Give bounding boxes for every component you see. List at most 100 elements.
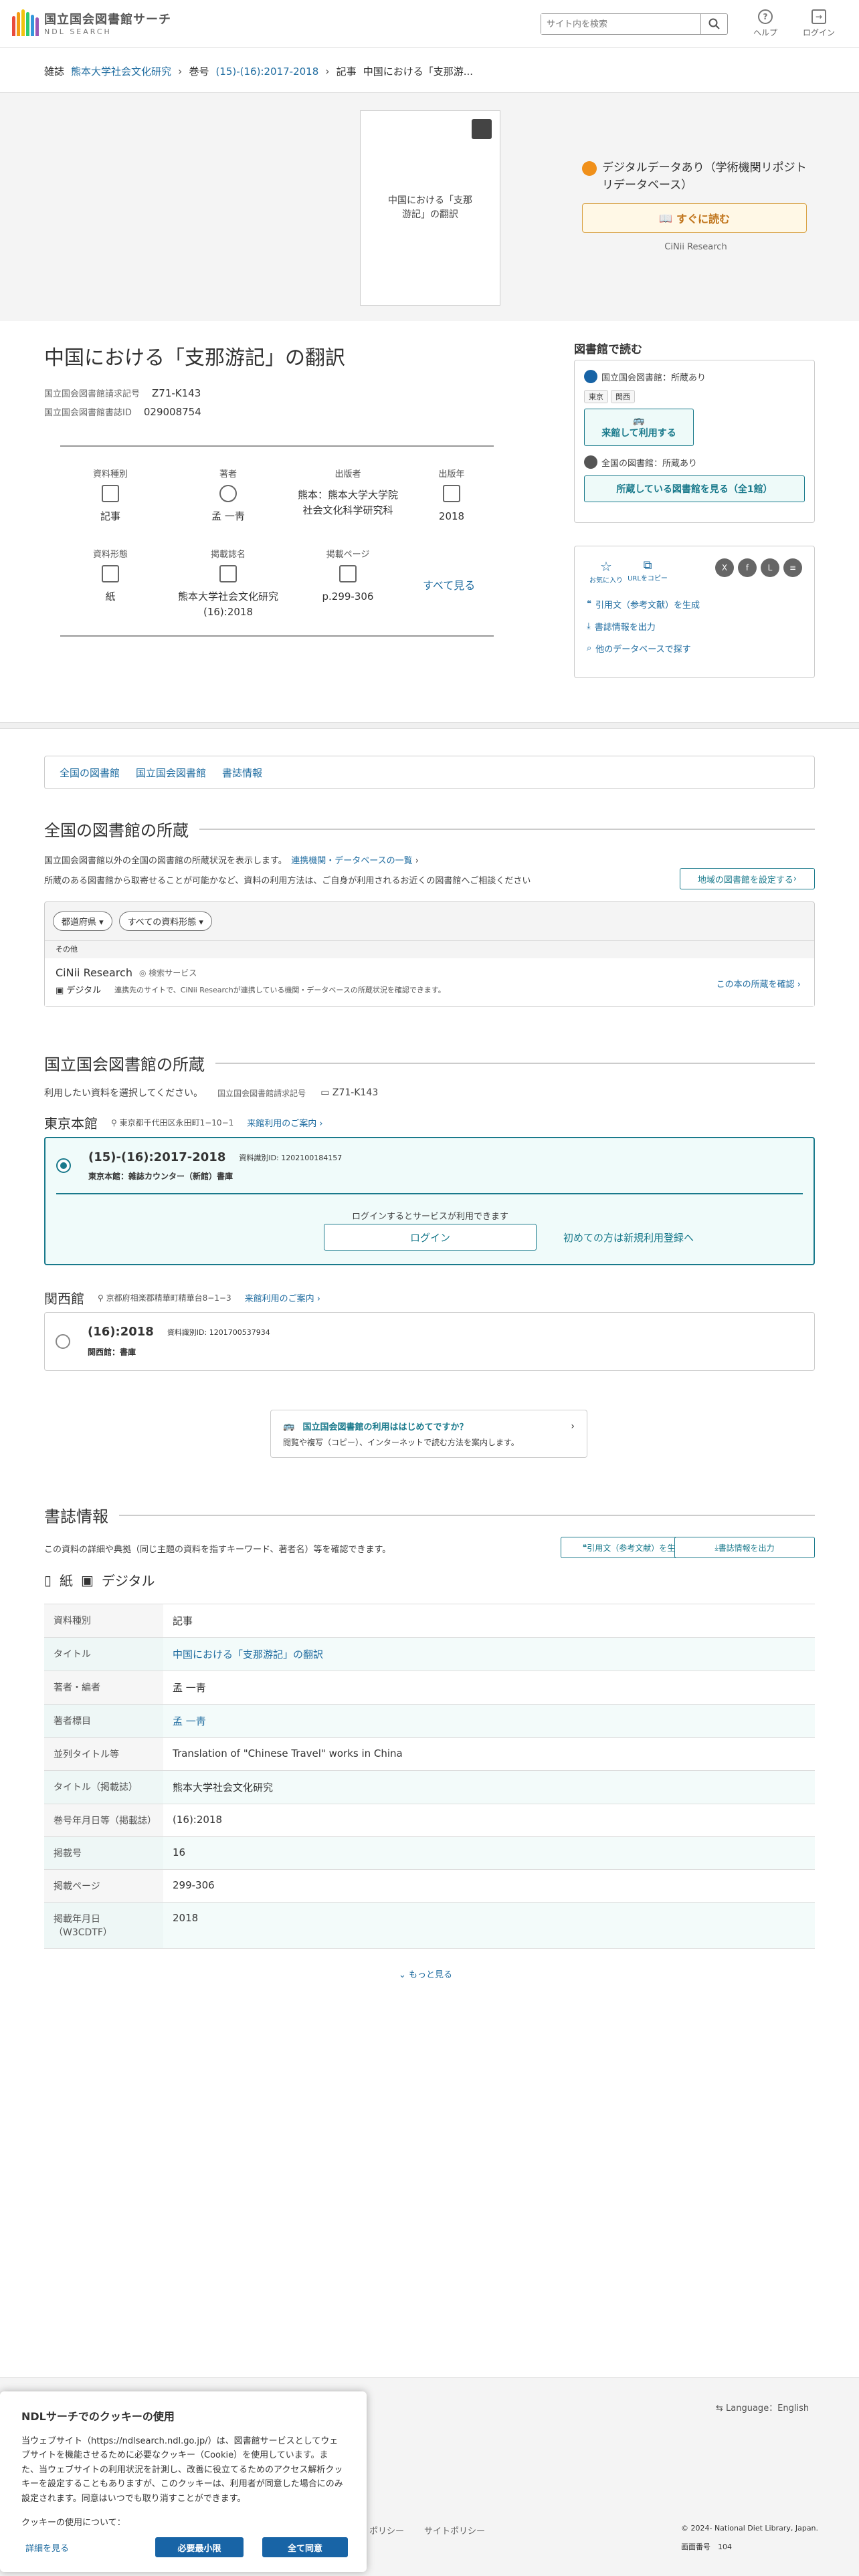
biblio-table: 資料種別 記事 タイトル 中国における「支那游記」の翻訳 著者・編者孟 一靑 著者標… (44, 1604, 815, 1949)
partner-list-link[interactable]: 連携機関・データベースの一覧 (291, 856, 412, 866)
item-hero: 中国における「支那游記」の翻訳 デジタルデータあり（学術機関リポジトリデータベー… (0, 92, 859, 321)
biblio-heading-text: 書誌情報 (44, 1507, 108, 1526)
x-share-icon[interactable]: X (715, 558, 734, 577)
search-other-db-link[interactable]: ⌕ 他のデータベースで探す (587, 642, 802, 655)
ndl-call-value-text: Z71-K143 (332, 1087, 379, 1098)
cookie-minimum-button[interactable]: 必要最小限 (155, 2537, 244, 2557)
tab-ndl[interactable]: 国立国会図書館 (136, 766, 206, 780)
tab-national[interactable]: 全国の図書館 (60, 766, 120, 780)
language-switch[interactable]: ⇆ Language：English (716, 2401, 809, 2413)
cookie-body: 当ウェブサイト（https://ndlsearch.ndl.go.jp/）は、図… (21, 2436, 343, 2504)
policy-link[interactable]: ポリシー (369, 2524, 404, 2537)
facebook-share-icon[interactable]: f (738, 558, 757, 577)
biblio-id-row: 国立国会図書館書誌ID 029008754 (44, 405, 201, 418)
summary-grid: 資料種別 記事 著者孟 一靑 出版者 熊本：熊本大学大学院社会文化科学研究科 出版年… (60, 445, 494, 637)
tokyo-name: 東京本館 (44, 1115, 98, 1132)
read-now-label: すぐに読む (676, 213, 730, 225)
set-region-button[interactable]: 地域の図書館を設定する › (680, 868, 815, 889)
line-share-icon[interactable]: L (761, 558, 779, 577)
tokyo-item-id: 資料識別ID: 1202100184157 (239, 1153, 343, 1162)
radio-unselected[interactable] (56, 1334, 70, 1349)
quote-icon: ❝ (587, 599, 591, 609)
table-row: 資料種別 記事 (44, 1604, 815, 1638)
export-biblio-link[interactable]: ⤓ 書誌情報を出力 (587, 620, 802, 633)
visit-library-button[interactable]: 🚌 来館して利用する (584, 409, 694, 446)
digital-tag: ▣ デジタル (56, 986, 102, 996)
row-value: 2018 (163, 1902, 815, 1949)
breadcrumb-current: 中国における「支那游... (363, 66, 473, 78)
row-value: Translation of "Chinese Travel" works in… (163, 1737, 815, 1771)
help-button[interactable]: ? ヘルプ (745, 9, 785, 38)
favorite-button[interactable]: ☆ お気に入り (587, 558, 626, 584)
title-link[interactable]: 中国における「支那游記」の翻訳 (173, 1648, 323, 1660)
library-service-text: 検索サービス (149, 968, 197, 978)
call-number-value: Z71-K143 (152, 387, 201, 399)
cover-placeholder: 中国における「支那游記」の翻訳 (360, 110, 500, 306)
copy-url-button[interactable]: ⧉ URLをコピー (626, 558, 670, 582)
table-row: 巻号年月日等（掲載誌） (16):2018 (44, 1804, 815, 1837)
cookie-details-link[interactable]: 詳細を見る (25, 2541, 69, 2554)
national-desc1-text: 国立国会図書館以外の全国の図書館の所蔵状況を表示します。 (44, 856, 283, 866)
view-holdings-button[interactable]: 所蔵している図書館を見る（全1館） (584, 475, 805, 502)
prefecture-filter[interactable]: 都道府県 ▾ (53, 911, 112, 931)
author-heading-link[interactable]: 孟 一靑 (173, 1715, 206, 1727)
material-type-filter[interactable]: すべての資料形態 ▾ (118, 911, 212, 931)
table-row: 著者標目孟 一靑 (44, 1704, 815, 1738)
material-type-filter-label: すべての資料形態 (127, 918, 197, 928)
ndl-heading-text: 国立国会図書館の所蔵 (44, 1055, 205, 1074)
site-policy-link[interactable]: サイトポリシー (424, 2524, 485, 2537)
holding-row: CiNii Research ◎ 検索サービス ▣ デジタル 連携先のサイトで、Ci… (45, 958, 814, 1006)
publisher-label: 出版者 (335, 469, 361, 479)
tab-biblio[interactable]: 書誌情報 (222, 766, 262, 780)
generate-citation-link[interactable]: ❝ 引用文（参考文献）を生成 (587, 598, 802, 611)
digital-badge-icon (472, 119, 492, 139)
summary-author: 著者孟 一靑 (178, 467, 278, 524)
pages-label: 掲載ページ (326, 550, 370, 560)
kansai-item-card[interactable]: (16):2018 資料識別ID: 1201700537934 関西館：書庫 (44, 1312, 815, 1371)
tokyo-guide-label: 来館利用のご案内 (247, 1119, 317, 1129)
library-availability-box: 国立国会図書館：所蔵あり 東京 関西 🚌 来館して利用する 全国の図書館：所蔵あり … (574, 360, 815, 523)
logo-title: 国立国会図書館サーチ (44, 12, 171, 27)
tokyo-guide-link[interactable]: 来館利用のご案内 › (247, 1116, 322, 1129)
ndl-heading: 国立国会図書館の所蔵 (44, 1051, 815, 1075)
radio-selected[interactable] (56, 1158, 71, 1173)
kansai-name: 関西館 (44, 1291, 84, 1307)
calendar-icon (443, 485, 460, 502)
breadcrumb-label-article: 記事 (336, 66, 357, 78)
login-hint: ログインするとサービスが利用できます (351, 1212, 508, 1222)
read-now-button[interactable]: 📖 すぐに読む (582, 203, 807, 233)
show-more-link[interactable]: ⌄ もっと見る (399, 1967, 452, 1980)
more-share-icon[interactable]: ≡ (783, 558, 802, 577)
search-button[interactable] (700, 14, 727, 34)
tokyo-item-card[interactable]: (15)-(16):2017-2018 資料識別ID: 1202100184157… (44, 1137, 815, 1265)
breadcrumb-link-issue[interactable]: (15)-(16):2017-2018 (215, 66, 318, 78)
national-desc1: 国立国会図書館以外の全国の図書館の所蔵状況を表示します。 連携機関・データベース… (44, 853, 419, 866)
see-all-link[interactable]: すべて見る (423, 576, 475, 593)
breadcrumb-link-journal[interactable]: 熊本大学社会文化研究 (71, 64, 171, 78)
publisher-value: 熊本：熊本大学大学院社会文化科学研究科 (297, 489, 398, 516)
first-time-guide-card[interactable]: 🚌 国立国会図書館の利用ははじめてですか？ › 閲覧や複写（コピー）、インターネット… (270, 1410, 587, 1458)
cookie-accept-all-button[interactable]: 全て同意 (262, 2537, 348, 2557)
share-box: ☆ お気に入り ⧉ URLをコピー X f L ≡ ❝ 引用文（参考文献）を生成 ⤓ 書… (574, 546, 815, 678)
form-value: 紙 (105, 591, 116, 603)
login-header-button[interactable]: → ログイン (799, 9, 839, 38)
summary-publisher: 出版者熊本：熊本大学大学院社会文化科学研究科 (294, 467, 401, 518)
row-key: 掲載ページ (44, 1869, 163, 1903)
kansai-guide-link[interactable]: 来館利用のご案内 › (245, 1291, 320, 1304)
export-button[interactable]: ⤓ 書誌情報を出力 (674, 1537, 815, 1558)
row-value: (16):2018 (163, 1804, 815, 1837)
cookie-title: NDLサーチでのクッキーの使用 (21, 2410, 175, 2423)
search-input[interactable] (541, 14, 700, 34)
login-button[interactable]: ログイン (324, 1224, 537, 1251)
national-library-icon (584, 455, 597, 469)
heading-rule (215, 1062, 815, 1064)
ndl-call-label: 国立国会図書館請求記号 (217, 1088, 306, 1098)
site-logo[interactable]: 国立国会図書館サーチ NDL SEARCH (12, 9, 171, 36)
table-row: 著者・編者孟 一靑 (44, 1671, 815, 1705)
check-holdings-link[interactable]: この本の所蔵を確認 › (717, 977, 801, 990)
row-key: 著者・編者 (44, 1671, 163, 1705)
digital-label: デジタルデータあり（学術機関リポジトリデータベース） (602, 161, 807, 192)
section-divider (0, 722, 859, 729)
document-icon (102, 485, 119, 502)
register-link[interactable]: 初めての方は新規利用登録へ (563, 1230, 694, 1245)
